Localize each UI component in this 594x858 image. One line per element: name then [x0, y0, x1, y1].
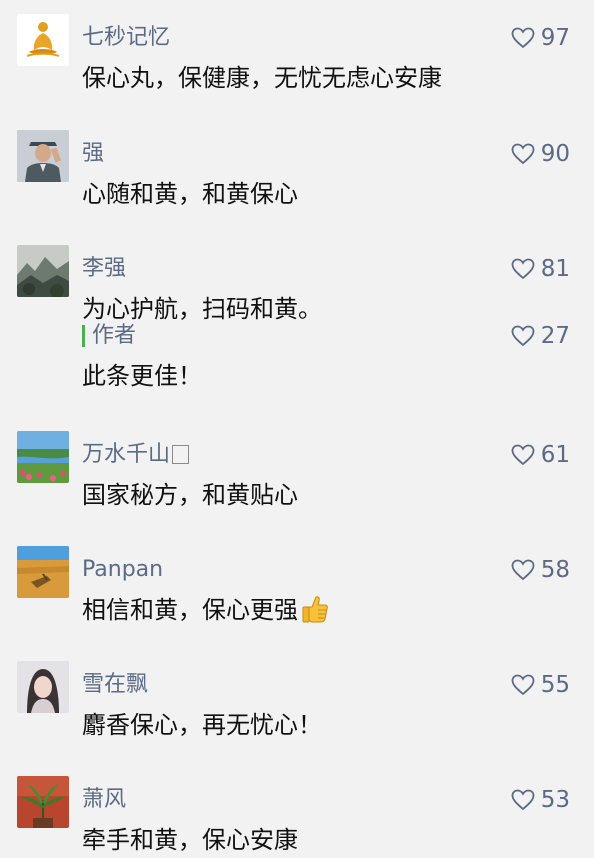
- comment-text-label: 相信和黄，保心更强: [82, 596, 298, 624]
- author-reply-text: 此条更佳！: [82, 362, 202, 390]
- comment-text: 国家秘方，和黄贴心: [82, 481, 298, 509]
- comment-author[interactable]: 强: [82, 140, 104, 168]
- comment-text: 保心丸，保健康，无忧无虑心安康: [82, 64, 442, 92]
- like-count: 27: [540, 323, 570, 349]
- author-reply: 作者 此条更佳！ 27: [0, 322, 594, 392]
- mountain-photo-icon: [17, 245, 69, 297]
- comment-item: 强 心随和黄，和黄保心 90: [0, 130, 594, 230]
- portrait-photo-icon: [17, 661, 69, 713]
- like-button[interactable]: 53: [511, 786, 570, 814]
- comment-item: 七秒记忆 保心丸，保健康，无忧无虑心安康 97: [0, 14, 594, 114]
- like-button[interactable]: 81: [511, 255, 570, 283]
- avatar[interactable]: [17, 14, 69, 66]
- like-count: 53: [540, 787, 570, 813]
- comment-author[interactable]: 万水千山: [82, 441, 190, 469]
- like-count: 81: [540, 256, 570, 282]
- comment-text: 为心护航，扫码和黄。: [82, 295, 322, 323]
- like-count: 97: [540, 25, 570, 51]
- like-count: 90: [540, 141, 570, 167]
- comment-item: 萧风 牵手和黄，保心安康 53: [0, 776, 594, 858]
- heart-icon: [511, 789, 535, 811]
- heart-icon: [511, 27, 535, 49]
- author-tag: 作者: [82, 322, 136, 350]
- thumbs-up-icon: [302, 596, 328, 623]
- square-glyph-icon: [172, 445, 190, 464]
- plant-photo-icon: [17, 776, 69, 828]
- comment-list: 七秒记忆 保心丸，保健康，无忧无虑心安康 97 强 心随和黄，和黄保心 90 李…: [0, 0, 594, 858]
- heart-icon: [511, 143, 535, 165]
- lotus-logo-icon: [17, 14, 69, 66]
- heart-icon: [511, 559, 535, 581]
- comment-author-label: 万水千山: [82, 442, 171, 467]
- like-count: 58: [540, 557, 570, 583]
- soldier-photo-icon: [17, 130, 69, 182]
- author-label: 作者: [92, 323, 137, 348]
- comment-author[interactable]: 七秒记忆: [82, 24, 170, 52]
- like-button[interactable]: 58: [511, 556, 570, 584]
- like-button[interactable]: 27: [511, 322, 570, 350]
- field-photo-icon: [17, 546, 69, 598]
- heart-icon: [511, 444, 535, 466]
- like-button[interactable]: 61: [511, 441, 570, 469]
- comment-text: 相信和黄，保心更强: [82, 594, 330, 626]
- comment-author[interactable]: 李强: [82, 255, 126, 283]
- like-count: 61: [540, 442, 570, 468]
- avatar[interactable]: [17, 776, 69, 828]
- like-button[interactable]: 97: [511, 24, 570, 52]
- avatar[interactable]: [17, 431, 69, 483]
- heart-icon: [511, 674, 535, 696]
- comment-item: 万水千山 国家秘方，和黄贴心 61: [0, 431, 594, 531]
- comment-text: 牵手和黄，保心安康: [82, 826, 298, 854]
- avatar[interactable]: [17, 130, 69, 182]
- comment-text: 麝香保心，再无忧心！: [82, 711, 322, 739]
- comment-text: 心随和黄，和黄保心: [82, 180, 298, 208]
- avatar[interactable]: [17, 546, 69, 598]
- heart-icon: [511, 258, 535, 280]
- comment-author[interactable]: 萧风: [82, 786, 126, 814]
- comment-item: 李强 为心护航，扫码和黄。 81 作者 此条更佳！ 27: [0, 245, 594, 405]
- comment-author[interactable]: Panpan: [82, 556, 163, 584]
- like-button[interactable]: 55: [511, 671, 570, 699]
- comment-item: 雪在飘 麝香保心，再无忧心！ 55: [0, 661, 594, 761]
- avatar[interactable]: [17, 661, 69, 713]
- comment-author[interactable]: 雪在飘: [82, 671, 148, 699]
- like-count: 55: [540, 672, 570, 698]
- avatar[interactable]: [17, 245, 69, 297]
- author-bar: [82, 325, 85, 347]
- like-button[interactable]: 90: [511, 140, 570, 168]
- landscape-photo-icon: [17, 431, 69, 483]
- comment-item: Panpan 相信和黄，保心更强 58: [0, 546, 594, 646]
- heart-icon: [511, 325, 535, 347]
